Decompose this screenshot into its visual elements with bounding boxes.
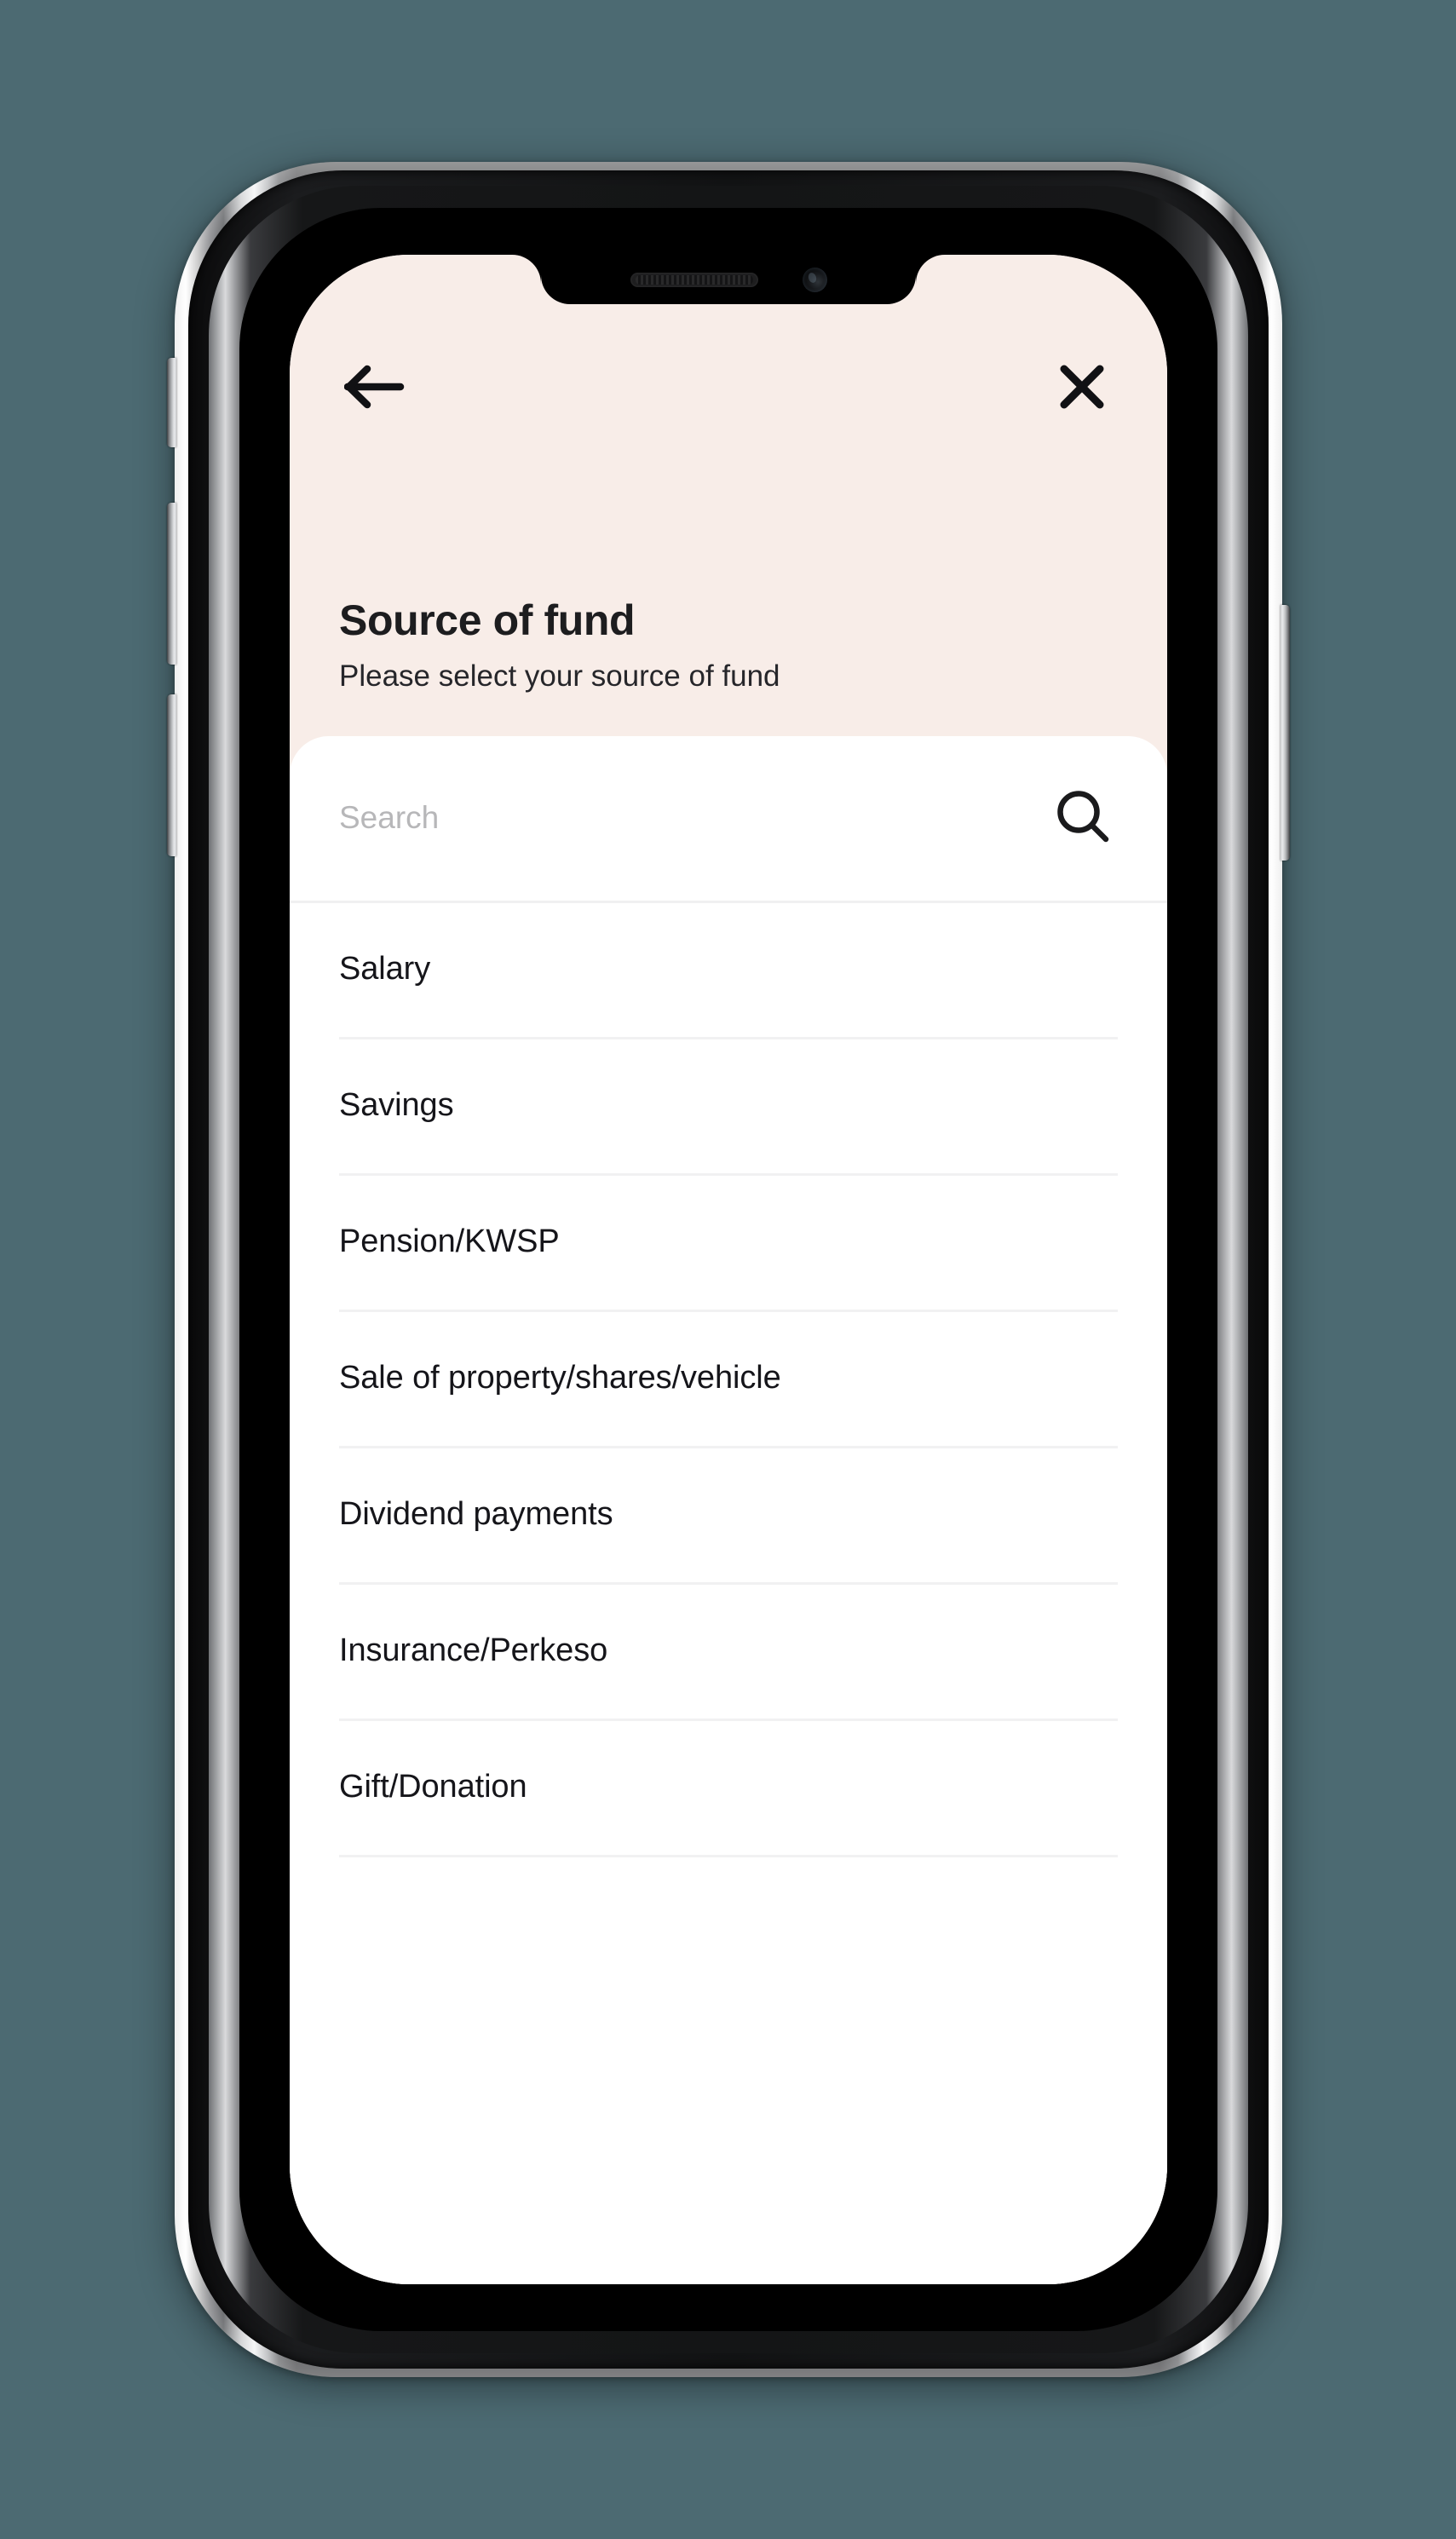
arrow-left-icon [344, 362, 406, 412]
phone-glass-edge: Source of fund Please select your source… [209, 186, 1248, 2353]
search-row [290, 736, 1167, 903]
option-label: Gift/Donation [339, 1769, 527, 1805]
list-item[interactable]: Pension/KWSP [339, 1176, 1118, 1312]
list-item[interactable]: Sale of property/shares/vehicle [339, 1312, 1118, 1448]
notch-ear-left [512, 255, 541, 284]
list-item[interactable]: Dividend payments [339, 1448, 1118, 1585]
speaker-grille-icon [630, 272, 758, 287]
header-block: Source of fund Please select your source… [290, 596, 1167, 695]
option-label: Insurance/Perkeso [339, 1632, 608, 1669]
phone-screen: Source of fund Please select your source… [290, 255, 1167, 2284]
page-title: Source of fund [339, 596, 636, 644]
back-button[interactable] [339, 351, 411, 423]
notch-ear-right [916, 255, 945, 284]
close-icon [1057, 362, 1107, 412]
option-label: Savings [339, 1087, 454, 1124]
list-item[interactable]: Savings [339, 1039, 1118, 1176]
page-subtitle: Please select your source of fund [339, 659, 780, 693]
option-label: Salary [339, 951, 431, 987]
search-button[interactable] [1046, 781, 1119, 855]
list-item[interactable]: Gift/Donation [339, 1721, 1118, 1857]
search-input[interactable] [339, 800, 1046, 837]
close-button[interactable] [1046, 351, 1118, 423]
volume-up-button[interactable] [167, 503, 176, 665]
search-icon [1052, 786, 1114, 850]
option-label: Sale of property/shares/vehicle [339, 1360, 781, 1396]
option-label: Dividend payments [339, 1496, 613, 1533]
list-item[interactable]: Salary [339, 903, 1118, 1039]
option-label: Pension/KWSP [339, 1223, 560, 1260]
mute-switch[interactable] [167, 358, 176, 447]
phone-mockup: Source of fund Please select your source… [167, 162, 1290, 2377]
list-item[interactable]: Insurance/Perkeso [339, 1585, 1118, 1721]
power-button[interactable] [1280, 605, 1290, 861]
options-list[interactable]: Salary Savings Pension/KWSP Sale of prop… [290, 903, 1167, 2284]
source-of-fund-screen: Source of fund Please select your source… [290, 255, 1167, 2284]
phone-body: Source of fund Please select your source… [188, 170, 1269, 2369]
options-sheet: Salary Savings Pension/KWSP Sale of prop… [290, 735, 1167, 2284]
device-notch [541, 255, 916, 304]
phone-bezel: Source of fund Please select your source… [239, 208, 1217, 2331]
front-camera-icon [802, 267, 827, 292]
volume-down-button[interactable] [167, 694, 176, 856]
